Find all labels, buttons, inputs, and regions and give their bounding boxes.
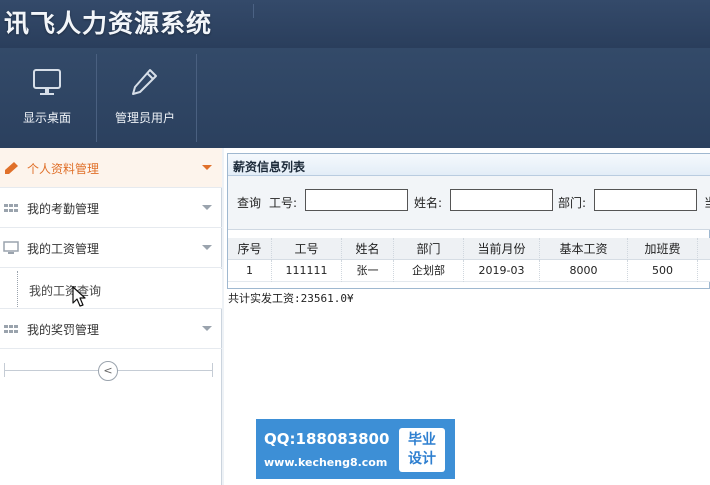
table-row[interactable]: 1 111111 张一 企划部 2019-03 8000 500 xyxy=(228,260,710,282)
collapse-bar-cap xyxy=(4,363,5,377)
table-header: 序号 工号 姓名 部门 当前月份 基本工资 加班费 xyxy=(228,238,710,260)
sidebar-item-label: 我的工资管理 xyxy=(27,242,100,256)
name-label: 姓名: xyxy=(414,196,443,210)
column-header[interactable]: 工号 xyxy=(272,238,342,260)
sidebar-item-rewards[interactable]: 我的奖罚管理 xyxy=(0,309,222,349)
toolbar: 显示桌面 管理员用户 xyxy=(0,48,710,148)
column-header[interactable]: 序号 xyxy=(228,238,272,260)
employee-id-label: 工号: xyxy=(269,196,298,210)
employee-id-input[interactable] xyxy=(305,189,408,211)
sidebar-item-label: 我的奖罚管理 xyxy=(27,323,100,337)
pencil-icon xyxy=(132,69,157,95)
table-cell: 8000 xyxy=(540,260,628,282)
column-header[interactable]: 部门 xyxy=(394,238,464,260)
watermark-url: www.kecheng8.com xyxy=(264,456,388,469)
sidebar-item-label: 个人资料管理 xyxy=(27,162,100,176)
panel-header: 薪资信息列表 xyxy=(228,154,710,176)
watermark-banner: QQ:188083800 www.kecheng8.com 毕业 设计 xyxy=(256,419,455,479)
column-header[interactable]: 基本工资 xyxy=(540,238,628,260)
department-label: 部门: xyxy=(558,196,587,210)
table-cell: 张一 xyxy=(342,260,394,282)
sidebar-item-salary[interactable]: 我的工资管理 xyxy=(0,228,222,268)
sidebar-item-personal-info[interactable]: 个人资料管理 xyxy=(0,148,222,188)
watermark-badge: 毕业 设计 xyxy=(399,428,445,472)
pencil-icon xyxy=(5,162,18,174)
app-window: 讯飞人力资源系统 显示桌面 管理员用户 个人资料管理 我的考勤管理 我的工资管理… xyxy=(0,0,710,485)
department-input[interactable] xyxy=(594,189,697,211)
sidebar-item-label: 我的考勤管理 xyxy=(27,202,100,216)
sidebar: 个人资料管理 我的考勤管理 我的工资管理 我的工资查询 我的奖罚管理 < xyxy=(0,148,222,485)
monitor-icon xyxy=(3,241,19,254)
show-desktop-label: 显示桌面 xyxy=(22,111,71,125)
sidebar-subitem-salary-query[interactable]: 我的工资查询 xyxy=(29,282,101,299)
chevron-down-icon xyxy=(202,326,212,331)
show-desktop-button[interactable]: 显示桌面 xyxy=(0,48,94,148)
collapse-bar-cap xyxy=(212,363,213,377)
watermark-qq: QQ:188083800 xyxy=(264,430,390,448)
grid-icon xyxy=(4,204,18,212)
column-header[interactable]: 当前月份 xyxy=(464,238,540,260)
table-cell: 1 xyxy=(228,260,272,282)
table-cell: 111111 xyxy=(272,260,342,282)
panel-title: 薪资信息列表 xyxy=(233,160,306,174)
salary-panel: 薪资信息列表 查询 工号: 姓名: 部门: 当 序号 工号 姓名 部门 当前月份… xyxy=(227,153,710,289)
chevron-down-icon xyxy=(202,205,212,210)
table-cell: 500 xyxy=(628,260,698,282)
toolbar-divider xyxy=(196,54,197,142)
query-label: 查询 xyxy=(237,196,262,210)
salary-total: 共计实发工资:23561.0¥ xyxy=(228,292,354,305)
table-cell: 2019-03 xyxy=(464,260,540,282)
tree-line xyxy=(17,271,18,307)
column-header[interactable]: 加班费 xyxy=(628,238,698,260)
chevron-down-icon xyxy=(202,245,212,250)
table-cell: 企划部 xyxy=(394,260,464,282)
column-header[interactable]: 姓名 xyxy=(342,238,394,260)
mouse-cursor-icon xyxy=(72,286,86,307)
admin-user-button[interactable]: 管理员用户 xyxy=(98,48,192,148)
app-title: 讯飞人力资源系统 xyxy=(4,9,213,38)
header-divider xyxy=(253,4,254,18)
salary-submenu: 我的工资查询 xyxy=(0,269,222,309)
search-bar: 查询 工号: 姓名: 部门: 当 xyxy=(228,176,710,230)
grid-icon xyxy=(4,325,18,333)
monitor-icon xyxy=(33,69,61,95)
name-input[interactable] xyxy=(450,189,553,211)
month-label: 当 xyxy=(704,194,710,211)
collapse-sidebar-button[interactable]: < xyxy=(98,361,118,381)
toolbar-divider xyxy=(96,54,97,142)
admin-user-label: 管理员用户 xyxy=(114,111,175,125)
sidebar-item-attendance[interactable]: 我的考勤管理 xyxy=(0,188,222,228)
chevron-down-icon xyxy=(202,165,212,170)
watermark-badge-text: 毕业 设计 xyxy=(408,432,436,467)
app-header: 讯飞人力资源系统 xyxy=(0,0,710,48)
